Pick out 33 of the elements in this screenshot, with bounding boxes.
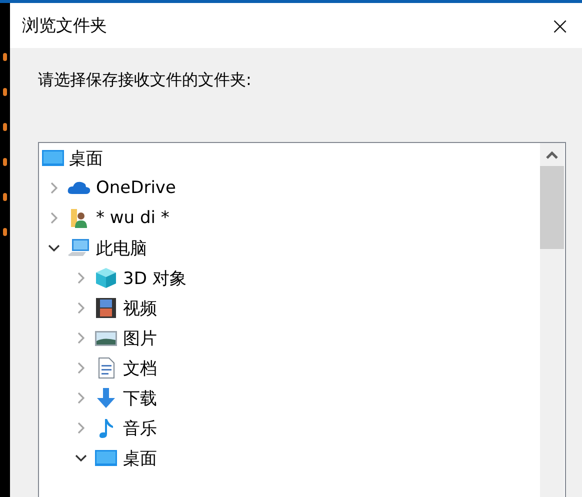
expand-chevron-icon[interactable] [48,182,60,194]
window-title: 浏览文件夹 [22,15,107,37]
prompt-text: 请选择保存接收文件的文件夹: [38,70,252,90]
film-icon [94,297,118,319]
expand-chevron-icon[interactable] [48,212,60,224]
scroll-up-icon[interactable] [545,150,559,160]
collapse-chevron-icon[interactable] [48,242,60,254]
desktop-icon [41,147,65,169]
computer-icon [67,237,91,259]
expand-chevron-icon[interactable] [75,392,87,404]
folder-name[interactable]: 此电脑 [96,236,147,260]
expand-chevron-icon[interactable] [75,332,87,344]
folder-name[interactable]: 下载 [123,386,157,410]
download-arrow-icon [94,387,118,409]
expand-chevron-icon[interactable] [75,422,87,434]
folder-name[interactable]: 文档 [123,356,157,380]
expand-chevron-icon[interactable] [75,302,87,314]
folder-name[interactable]: 桌面 [123,446,157,470]
cube-icon [94,267,118,289]
desktop-icon [94,447,118,469]
collapse-chevron-icon[interactable] [75,452,87,464]
folder-name[interactable]: OneDrive [96,178,176,198]
scrollbar[interactable] [540,143,564,497]
expand-chevron-icon[interactable] [75,362,87,374]
scroll-thumb[interactable] [540,166,564,249]
folder-name[interactable]: 3D 对象 [123,266,186,290]
folder-name[interactable]: 图片 [123,326,157,350]
folder-name[interactable]: 音乐 [123,416,157,440]
expand-chevron-icon[interactable] [75,272,87,284]
close-button[interactable]: × [540,6,580,46]
folder-name[interactable]: 视频 [123,296,157,320]
folder-name[interactable]: 桌面 [69,146,103,170]
folder-name[interactable]: * wu di * [96,208,170,228]
